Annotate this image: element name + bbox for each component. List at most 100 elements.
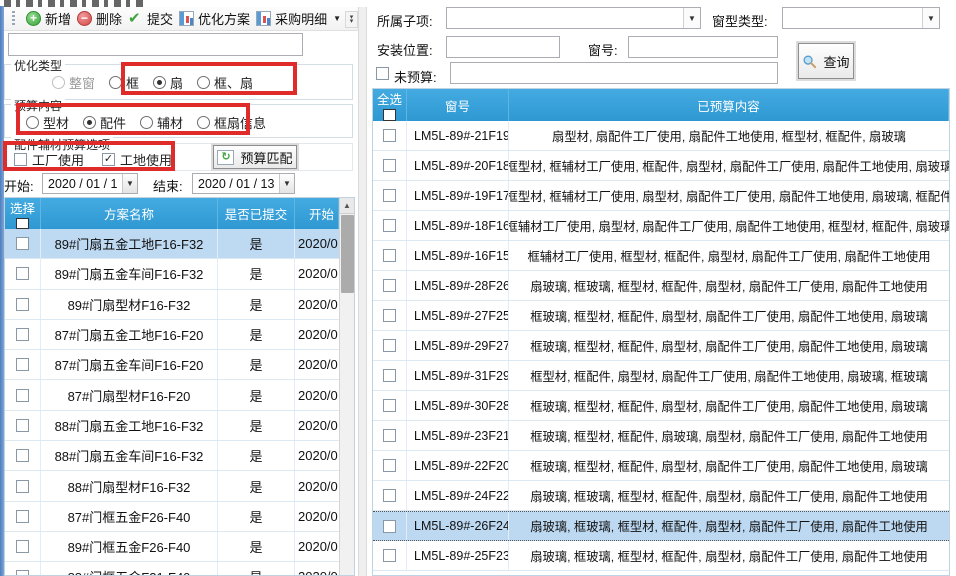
toolbar-delete-button[interactable]: 删除	[74, 7, 125, 30]
row-checkbox[interactable]	[383, 309, 396, 322]
plan-row[interactable]: 89#门扇五金工地F16-F32是2020/0	[5, 229, 339, 259]
window-row[interactable]: LM5L-89#-28F26扇玻璃, 框玻璃, 框型材, 框配件, 扇型材, 扇…	[373, 271, 949, 301]
window-no-header[interactable]: 窗号	[407, 89, 509, 121]
row-checkbox[interactable]	[383, 279, 396, 292]
row-checkbox[interactable]	[16, 328, 29, 341]
row-checkbox[interactable]	[383, 369, 396, 382]
radio-icon[interactable]	[83, 116, 96, 129]
toolbar-purchase-detail-button[interactable]: 采购明细▼	[253, 7, 344, 30]
row-checkbox[interactable]	[16, 419, 29, 432]
budget-content-option[interactable]: 配件	[83, 113, 126, 132]
plan-select-all-checkbox[interactable]	[16, 218, 29, 229]
install-pos-input[interactable]	[446, 36, 560, 58]
window-row[interactable]: LM5L-89#-20F18框型材, 框辅材工厂使用, 框配件, 扇型材, 扇配…	[373, 151, 949, 181]
optimize-type-option[interactable]: 扇	[153, 73, 183, 92]
budget-content-option[interactable]: 框扇信息	[197, 113, 266, 132]
row-checkbox[interactable]	[16, 358, 29, 371]
no-budget-input[interactable]	[450, 62, 778, 84]
radio-icon[interactable]	[197, 76, 210, 89]
window-row[interactable]: LM5L-89#-27F25框玻璃, 框型材, 框配件, 扇型材, 扇配件工厂使…	[373, 301, 949, 331]
checkbox-icon[interactable]	[14, 153, 27, 166]
window-row[interactable]: LM5L-89#-25F23扇玻璃, 框玻璃, 框型材, 框配件, 扇型材, 扇…	[373, 541, 949, 571]
plan-search-input[interactable]	[8, 33, 303, 56]
row-checkbox[interactable]	[16, 298, 29, 311]
plan-row[interactable]: 88#门扇五金工地F16-F32是2020/0	[5, 411, 339, 441]
row-checkbox[interactable]	[16, 449, 29, 462]
radio-icon[interactable]	[26, 116, 39, 129]
budget-content-option[interactable]: 型材	[26, 113, 69, 132]
plan-row[interactable]: 89#门扇五金车间F16-F32是2020/0	[5, 259, 339, 289]
row-checkbox[interactable]	[383, 129, 396, 142]
window-select-all-checkbox[interactable]	[383, 109, 396, 121]
plan-row[interactable]: 88#门框五金F21-F40是2020/0	[5, 562, 339, 576]
radio-icon[interactable]	[153, 76, 166, 89]
row-checkbox[interactable]	[383, 520, 396, 533]
optimize-type-option[interactable]: 框、扇	[197, 73, 253, 92]
toolbar-overflow-button[interactable]: ▾▾	[345, 11, 358, 28]
chevron-down-icon[interactable]: ▼	[333, 14, 341, 23]
sub-item-dropdown-icon[interactable]: ▼	[683, 8, 700, 28]
window-row[interactable]: LM5L-89#-26F24扇玻璃, 框玻璃, 框型材, 框配件, 扇型材, 扇…	[373, 511, 949, 541]
window-type-dropdown-icon[interactable]: ▼	[922, 8, 939, 28]
row-checkbox[interactable]	[16, 540, 29, 553]
row-checkbox[interactable]	[16, 389, 29, 402]
plan-select-all-header[interactable]: 选择	[5, 198, 41, 229]
date-end-picker[interactable]: 2020 / 01 / 13 ▼	[192, 173, 295, 194]
usage-checkbox-option[interactable]: ✓工地使用	[102, 150, 172, 169]
row-checkbox[interactable]	[16, 267, 29, 280]
plan-row[interactable]: 89#门框五金F26-F40是2020/0	[5, 532, 339, 562]
row-checkbox[interactable]	[383, 429, 396, 442]
row-checkbox[interactable]	[383, 339, 396, 352]
window-row[interactable]: LM5L-89#-22F20框玻璃, 框型材, 框配件, 扇型材, 扇配件工厂使…	[373, 451, 949, 481]
budgeted-content-header[interactable]: 已预算内容	[509, 89, 949, 121]
row-checkbox[interactable]	[16, 570, 29, 576]
window-row[interactable]: LM5L-89#-18F16框辅材工厂使用, 扇型材, 扇配件工厂使用, 扇配件…	[373, 211, 949, 241]
plan-row[interactable]: 87#门扇五金工地F16-F20是2020/0	[5, 320, 339, 350]
plan-row[interactable]: 87#门扇五金车间F16-F20是2020/0	[5, 350, 339, 380]
toolbar-submit-button[interactable]: 提交	[125, 7, 176, 30]
no-budget-checkbox[interactable]	[376, 67, 389, 80]
window-select-all-header[interactable]: 全选	[373, 89, 407, 121]
panel-splitter[interactable]	[358, 7, 367, 576]
row-checkbox[interactable]	[16, 237, 29, 250]
row-checkbox[interactable]	[383, 459, 396, 472]
window-row[interactable]: LM5L-89#-24F22扇玻璃, 框玻璃, 框型材, 框配件, 扇型材, 扇…	[373, 481, 949, 511]
window-row[interactable]: LM5L-89#-29F27框玻璃, 框型材, 框配件, 扇型材, 扇配件工厂使…	[373, 331, 949, 361]
plan-table-scrollbar[interactable]: ▲	[339, 198, 354, 575]
plan-row[interactable]: 88#门扇型材F16-F32是2020/0	[5, 471, 339, 501]
row-checkbox[interactable]	[383, 159, 396, 172]
toolbar-add-button[interactable]: 新增	[23, 7, 74, 30]
budget-match-button[interactable]: 预算匹配	[213, 145, 297, 169]
window-row[interactable]: LM5L-89#-30F28框玻璃, 框型材, 框配件, 扇型材, 扇配件工厂使…	[373, 391, 949, 421]
radio-icon[interactable]	[109, 76, 122, 89]
optimize-type-option[interactable]: 框	[109, 73, 139, 92]
window-row[interactable]: LM5L-89#-23F21框玻璃, 框型材, 框配件, 扇玻璃, 扇型材, 扇…	[373, 421, 949, 451]
radio-icon[interactable]	[140, 116, 153, 129]
sub-item-select[interactable]: ▼	[446, 7, 701, 29]
plan-name-header[interactable]: 方案名称	[41, 198, 218, 229]
window-row[interactable]: LM5L-89#-16F15框辅材工厂使用, 框型材, 框配件, 扇型材, 扇配…	[373, 241, 949, 271]
row-checkbox[interactable]	[383, 219, 396, 232]
budget-content-option[interactable]: 辅材	[140, 113, 183, 132]
radio-icon[interactable]	[197, 116, 210, 129]
window-type-select[interactable]: ▼	[782, 7, 940, 29]
query-button[interactable]: 查询	[798, 43, 854, 79]
plan-row[interactable]: 88#门扇五金车间F16-F32是2020/0	[5, 441, 339, 471]
row-checkbox[interactable]	[383, 399, 396, 412]
checkbox-icon[interactable]: ✓	[102, 153, 115, 166]
date-start-picker[interactable]: 2020 / 01 / 1 ▼	[42, 173, 138, 194]
window-no-input[interactable]	[628, 36, 778, 58]
toolbar-grip[interactable]	[12, 11, 15, 27]
plan-row[interactable]: 89#门扇型材F16-F32是2020/0	[5, 290, 339, 320]
row-checkbox[interactable]	[383, 189, 396, 202]
plan-submitted-header[interactable]: 是否已提交	[218, 198, 295, 229]
plan-row[interactable]: 87#门框五金F26-F40是2020/0	[5, 502, 339, 532]
toolbar-optimize-plan-button[interactable]: 优化方案	[176, 7, 253, 30]
plan-start-header[interactable]: 开始	[295, 198, 339, 229]
plan-row[interactable]: 87#门扇型材F16-F20是2020/0	[5, 380, 339, 410]
date-end-dropdown-icon[interactable]: ▼	[279, 174, 294, 193]
window-row[interactable]: LM5L-89#-19F17框型材, 框辅材工厂使用, 扇型材, 扇配件工厂使用…	[373, 181, 949, 211]
row-checkbox[interactable]	[383, 249, 396, 262]
window-row[interactable]: LM5L-89#-31F29框型材, 框配件, 扇型材, 扇配件工厂使用, 扇配…	[373, 361, 949, 391]
row-checkbox[interactable]	[16, 480, 29, 493]
